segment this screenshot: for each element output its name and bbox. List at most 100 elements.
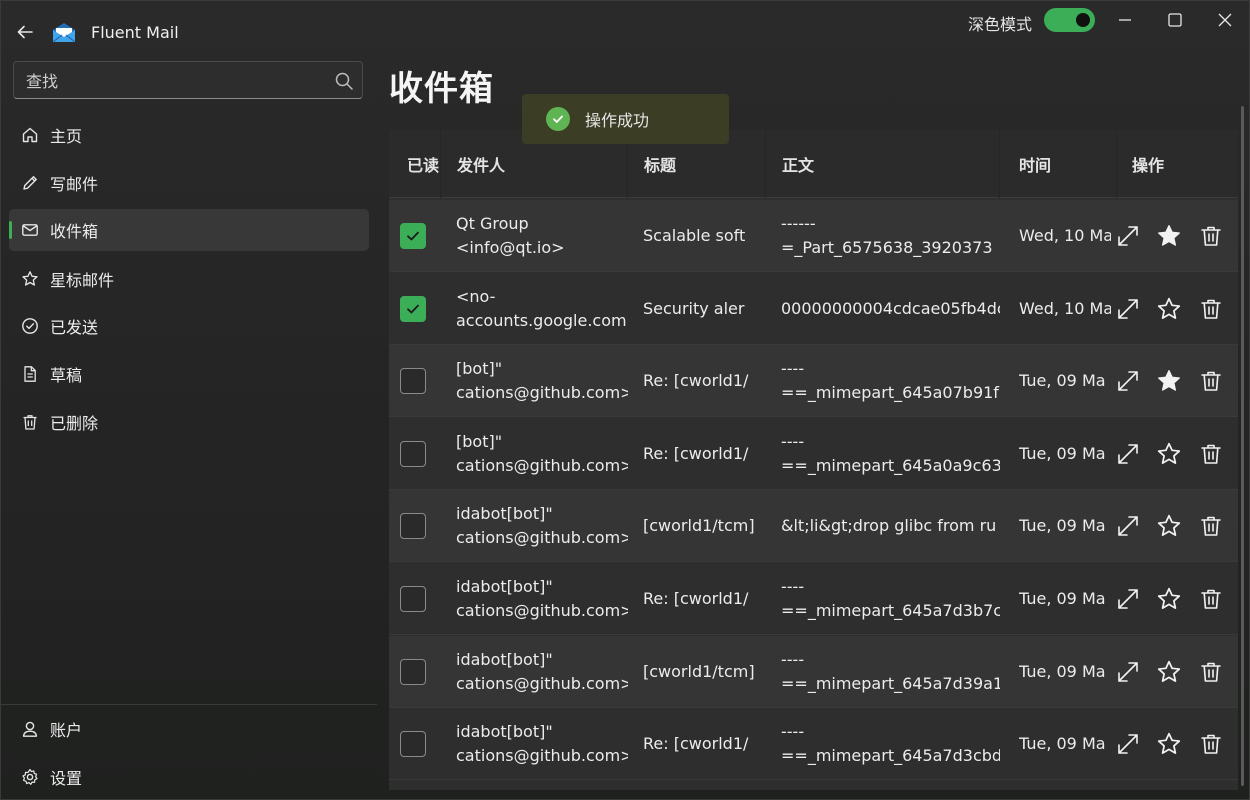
- table-row[interactable]: <no-accounts.google.com> Security aler 000…: [389, 273, 1238, 345]
- header-time[interactable]: 时间: [1000, 130, 1117, 198]
- sidebar-item-deleted[interactable]: 已删除: [9, 401, 369, 443]
- star-button[interactable]: [1155, 585, 1183, 613]
- app-title: Fluent Mail: [91, 23, 179, 42]
- sidebar-item-account[interactable]: 账户: [9, 708, 369, 750]
- delete-button[interactable]: [1197, 730, 1225, 758]
- time-cell: Tue, 09 Ma: [1019, 418, 1111, 490]
- read-checkbox[interactable]: [400, 658, 426, 685]
- expand-icon: [1118, 443, 1138, 464]
- read-cell: [389, 563, 441, 635]
- sender-cell: [bot]" cations@github.com>: [456, 345, 628, 417]
- table-row[interactable]: idabot[bot]" cations@github.com> [cworld1/…: [389, 635, 1238, 708]
- trash-icon: [20, 412, 40, 432]
- delete-button[interactable]: [1197, 512, 1225, 540]
- time-cell: Tue, 09 Ma: [1019, 345, 1111, 417]
- read-cell: [389, 345, 441, 417]
- table-row[interactable]: idabot[bot]" cations@github.com> Re: [cwor…: [389, 563, 1238, 635]
- delete-button[interactable]: [1197, 222, 1225, 250]
- delete-button[interactable]: [1197, 440, 1225, 468]
- open-button[interactable]: [1114, 658, 1142, 686]
- table-row[interactable]: [bot]" cations@github.com> Re: [cworld1/ --…: [389, 418, 1238, 490]
- sender-name: [bot]": [456, 431, 503, 451]
- table-row[interactable]: Qt Group <info@qt.io> Scalable soft ------ =…: [389, 200, 1238, 272]
- open-button[interactable]: [1114, 730, 1142, 758]
- star-button[interactable]: [1155, 512, 1183, 540]
- open-button[interactable]: [1114, 585, 1142, 613]
- search-icon[interactable]: [334, 71, 354, 91]
- home-icon: [20, 125, 40, 145]
- table-row[interactable]: [bot]" cations@github.com> Re: [cworld1/ --…: [389, 345, 1238, 418]
- star-button[interactable]: [1155, 295, 1183, 323]
- sender-name: idabot[bot]": [456, 649, 553, 669]
- maximize-button[interactable]: [1160, 7, 1190, 33]
- subject-text: [cworld1/tcm]: [643, 516, 755, 536]
- sidebar-item-label: 账户: [50, 721, 83, 740]
- close-button[interactable]: [1210, 7, 1240, 33]
- sidebar-item-sent[interactable]: 已发送: [9, 305, 369, 347]
- subject-text: Re: [cworld1/: [643, 589, 749, 608]
- sidebar-item-starred[interactable]: 星标邮件: [9, 258, 369, 300]
- vertical-scrollbar[interactable]: [1241, 106, 1244, 786]
- body-cell: ---- ==_mimepart_645a7d3cbd: [781, 708, 1000, 780]
- page-title: 收件箱: [389, 69, 494, 109]
- open-button[interactable]: [1114, 440, 1142, 468]
- table-row[interactable]: idabot[bot]" cations@github.com> [cworld1/…: [389, 490, 1238, 563]
- read-checkbox[interactable]: [400, 295, 426, 322]
- read-checkbox[interactable]: [400, 368, 426, 395]
- star-button[interactable]: [1155, 367, 1183, 395]
- body-line-2: =_Part_6575638_3920373: [781, 238, 993, 257]
- delete-button[interactable]: [1197, 585, 1225, 613]
- body-line-1: &lt;li&gt;drop glibc from ru: [781, 516, 997, 536]
- table-row[interactable]: idabot[bot]" cations@github.com> Re: [cwor…: [389, 708, 1238, 781]
- success-toast: 操作成功: [522, 94, 729, 144]
- read-checkbox[interactable]: [400, 731, 426, 758]
- back-button[interactable]: [11, 18, 39, 46]
- open-button[interactable]: [1114, 367, 1142, 395]
- read-checkbox[interactable]: [400, 513, 426, 540]
- sidebar-item-label: 已发送: [50, 318, 99, 337]
- sender-cell: idabot[bot]" cations@github.com>: [456, 636, 628, 708]
- open-button[interactable]: [1114, 295, 1142, 323]
- table-header: 已读 发件人 标题 正文 时间 操作: [389, 130, 1238, 198]
- open-button[interactable]: [1114, 512, 1142, 540]
- sidebar-item-settings[interactable]: 设置: [9, 756, 369, 798]
- minimize-button[interactable]: [1110, 7, 1140, 33]
- check-circle-icon: [546, 107, 570, 131]
- delete-button[interactable]: [1197, 295, 1225, 323]
- sidebar-item-home[interactable]: 主页: [9, 114, 369, 156]
- subject-cell: Re: [cworld1/: [643, 708, 766, 780]
- read-cell: [389, 273, 441, 345]
- search-input[interactable]: [26, 69, 326, 93]
- header-body[interactable]: 正文: [766, 130, 1000, 198]
- sidebar-item-compose[interactable]: 写邮件: [9, 162, 369, 204]
- read-cell: [389, 418, 441, 490]
- sidebar-item-inbox[interactable]: 收件箱: [9, 209, 369, 251]
- sender-address: <info@qt.io>: [456, 238, 565, 257]
- search-box: [13, 61, 363, 99]
- header-read[interactable]: 已读: [389, 130, 441, 198]
- star-button[interactable]: [1155, 658, 1183, 686]
- star-button[interactable]: [1155, 730, 1183, 758]
- open-button[interactable]: [1114, 222, 1142, 250]
- star-outline-icon: [1157, 733, 1181, 755]
- body-line-2: ==_mimepart_645a07b91f: [781, 383, 999, 403]
- trash-icon: [1201, 589, 1221, 609]
- read-checkbox[interactable]: [400, 586, 426, 612]
- document-icon: [20, 364, 40, 384]
- trash-icon: [1201, 226, 1221, 246]
- delete-button[interactable]: [1197, 367, 1225, 395]
- gear-icon: [20, 767, 40, 787]
- theme-toggle[interactable]: [1044, 8, 1095, 32]
- read-checkbox[interactable]: [400, 440, 426, 467]
- sender-address: cations@github.com>: [456, 528, 628, 548]
- sidebar-item-drafts[interactable]: 草稿: [9, 353, 369, 395]
- sender-name: idabot[bot]": [456, 722, 553, 742]
- time-text: Wed, 10 Ma: [1019, 226, 1111, 245]
- trash-icon: [1201, 371, 1221, 391]
- delete-button[interactable]: [1197, 658, 1225, 686]
- read-checkbox[interactable]: [400, 223, 426, 249]
- time-cell: Tue, 09 Ma: [1019, 708, 1111, 780]
- star-button[interactable]: [1155, 440, 1183, 468]
- star-filled-icon: [1158, 225, 1180, 246]
- star-button[interactable]: [1155, 222, 1183, 250]
